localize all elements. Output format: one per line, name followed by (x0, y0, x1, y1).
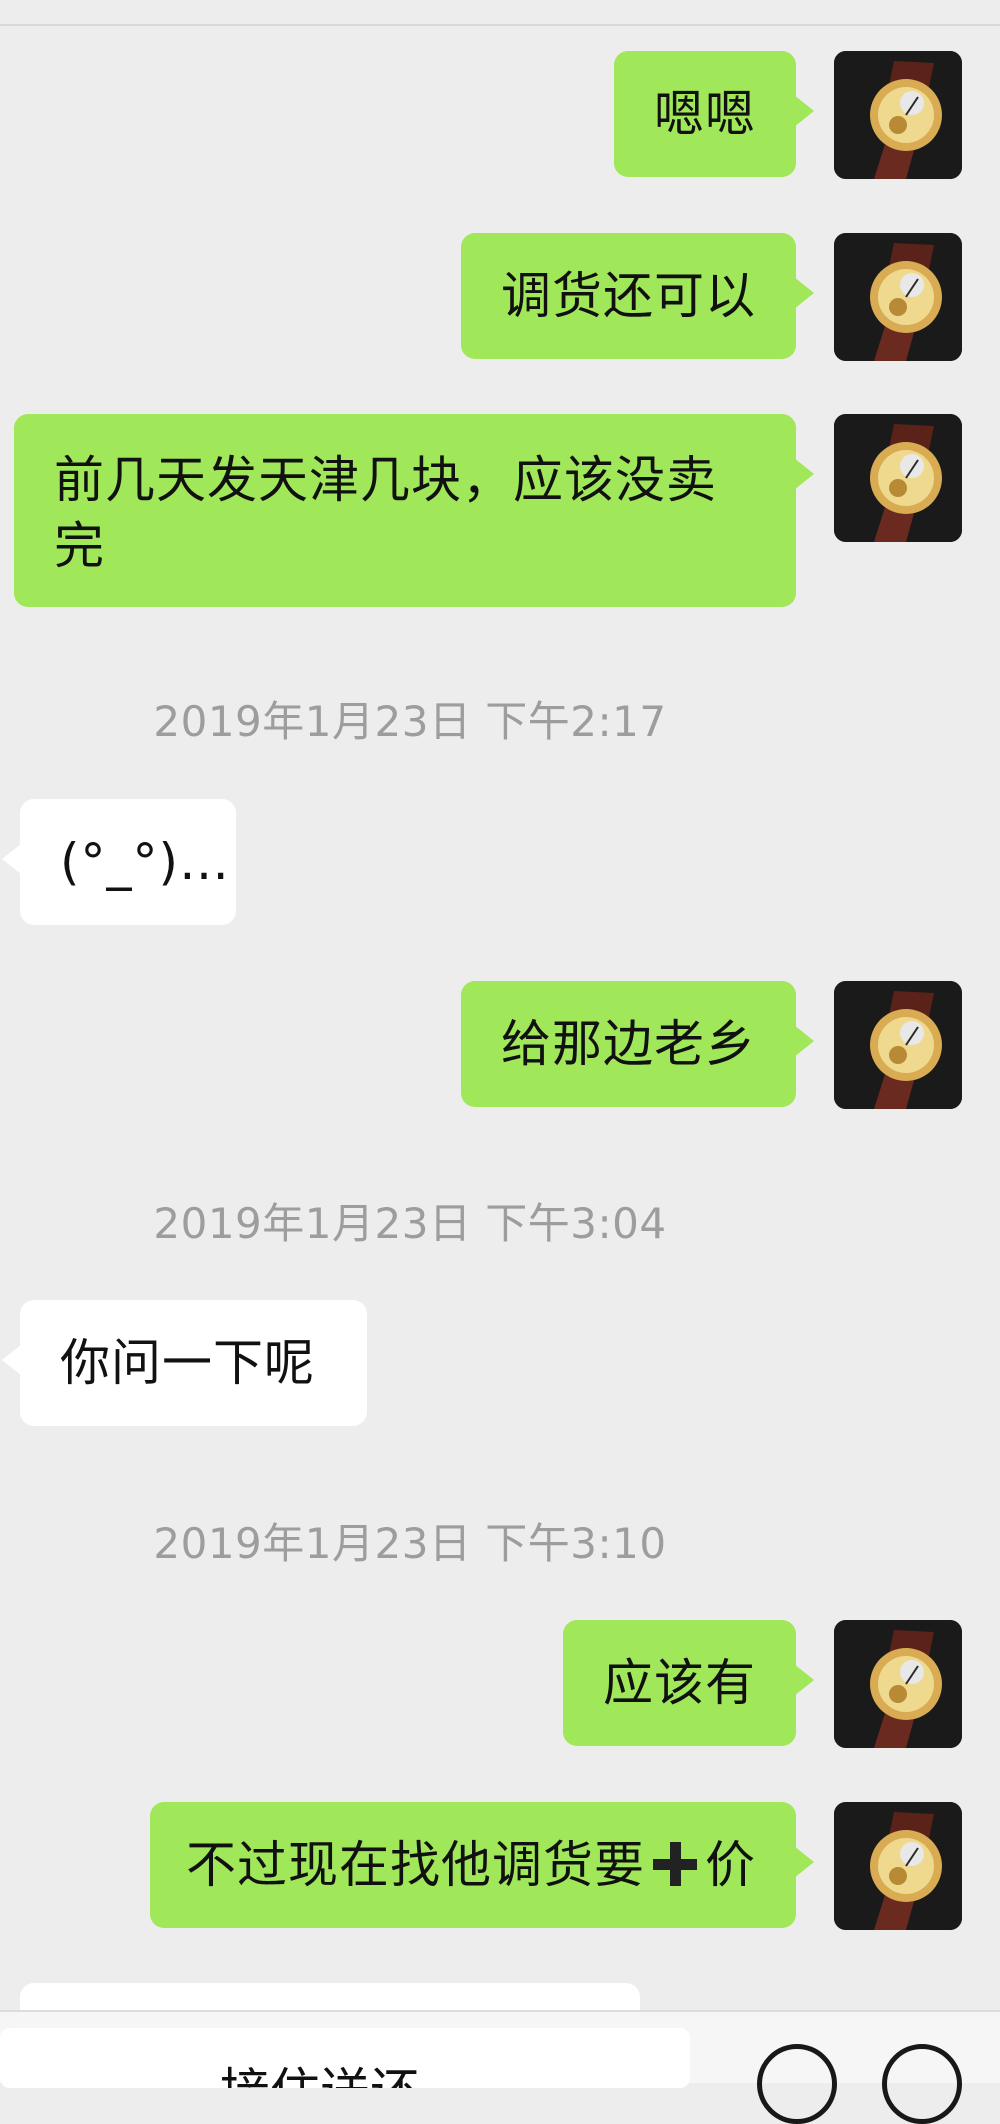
timestamp: 2019年1月23日 下午3:10 (153, 1519, 667, 1568)
watch-avatar-icon[interactable] (834, 981, 962, 1109)
message-text-line: 完 (54, 517, 105, 575)
message-bubble-outgoing[interactable]: 调货还可以 (461, 233, 814, 359)
add-icon[interactable] (882, 2044, 962, 2124)
watch-avatar-icon[interactable] (834, 1620, 962, 1748)
message-input[interactable]: 接住送还 (0, 2028, 690, 2088)
message-input-text: 接住送还 (220, 2052, 420, 2088)
watch-avatar-icon[interactable] (834, 233, 962, 361)
message-bubble-incoming[interactable]: (°_°)… (2, 799, 236, 925)
message-bubble-incoming[interactable]: 你问一下呢 (2, 1300, 367, 1426)
message-bubble-outgoing[interactable]: 给那边老乡 (461, 981, 814, 1107)
message-text: 调货还可以 (501, 267, 756, 325)
message-bubble-outgoing[interactable]: 嗯嗯 (614, 51, 814, 177)
emoji-icon[interactable] (757, 2044, 837, 2124)
message-bubble-outgoing[interactable]: 应该有 (563, 1620, 814, 1746)
message-bubble-outgoing[interactable]: 不过现在找他调货要 价 (150, 1802, 814, 1928)
message-text: 嗯嗯 (654, 85, 756, 143)
message-text: (°_°)… (60, 833, 231, 891)
message-text: 应该有 (603, 1654, 756, 1712)
message-bubble-outgoing[interactable]: 前几天发天津几块，应该没卖 完 (14, 414, 814, 607)
watch-avatar-icon[interactable] (834, 1802, 962, 1930)
message-text: 你问一下呢 (60, 1334, 315, 1392)
message-text: 不过现在找他调货要 (186, 1836, 645, 1894)
timestamp: 2019年1月23日 下午2:17 (153, 697, 667, 746)
message-text: 价 (705, 1836, 756, 1894)
chat-input-bar: 接住送还 (0, 2010, 1000, 2124)
message-text: 给那边老乡 (501, 1015, 756, 1073)
watch-avatar-icon[interactable] (834, 51, 962, 179)
plus-icon (651, 1840, 699, 1888)
top-divider (0, 24, 1000, 26)
message-text-line: 前几天发天津几块，应该没卖 (54, 451, 717, 509)
watch-avatar-icon[interactable] (834, 414, 962, 542)
timestamp: 2019年1月23日 下午3:04 (153, 1199, 667, 1248)
